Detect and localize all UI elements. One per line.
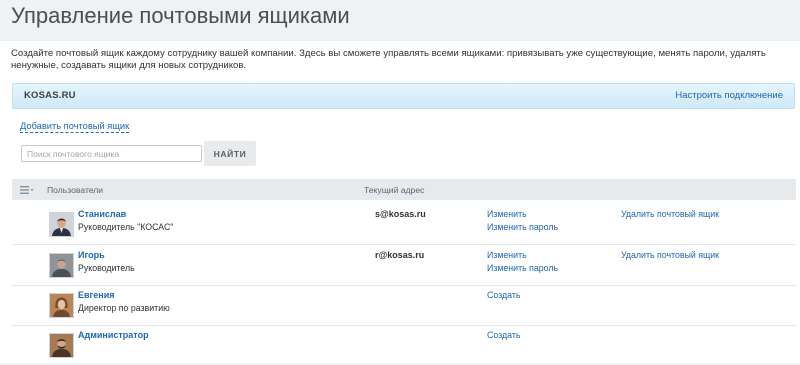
table-row: Администратор Создать bbox=[12, 325, 796, 365]
column-menu-icon[interactable] bbox=[20, 185, 34, 195]
domain-bar: KOSAS.RU Настроить подключение bbox=[12, 83, 795, 109]
edit-link[interactable]: Изменить bbox=[487, 250, 527, 260]
create-link[interactable]: Создать bbox=[487, 290, 520, 300]
user-position: Директор по развитию bbox=[78, 303, 170, 313]
address-column-header: Текущий адрес bbox=[364, 185, 425, 195]
change-password-link[interactable]: Изменить пароль bbox=[487, 263, 558, 273]
find-button[interactable]: НАЙТИ bbox=[204, 141, 256, 166]
user-name-link[interactable]: Игорь bbox=[78, 250, 105, 260]
user-name-link[interactable]: Станислав bbox=[78, 209, 126, 219]
user-name-link[interactable]: Администратор bbox=[78, 330, 149, 340]
table-row: Игорь Руководитель r@kosas.ru Изменить И… bbox=[12, 245, 796, 286]
delete-mailbox-link[interactable]: Удалить почтовый ящик bbox=[621, 209, 719, 219]
table-row: Станислав Руководитель "КОСАС" s@kosas.r… bbox=[12, 204, 796, 245]
current-email: s@kosas.ru bbox=[375, 209, 426, 219]
avatar bbox=[49, 212, 74, 237]
user-position: Руководитель bbox=[78, 263, 135, 273]
avatar bbox=[49, 333, 74, 358]
create-link[interactable]: Создать bbox=[487, 330, 520, 340]
domain-name: KOSAS.RU bbox=[24, 90, 76, 101]
avatar bbox=[49, 253, 74, 278]
users-column-header: Пользователи bbox=[47, 185, 104, 195]
woman-photo-icon bbox=[50, 294, 73, 317]
man-dark-photo-icon bbox=[50, 254, 73, 277]
edit-link[interactable]: Изменить bbox=[487, 209, 527, 219]
delete-mailbox-link[interactable]: Удалить почтовый ящик bbox=[621, 250, 719, 260]
page-title: Управление почтовыми ящиками bbox=[11, 3, 350, 28]
avatar bbox=[49, 293, 74, 318]
current-email: r@kosas.ru bbox=[375, 250, 425, 260]
table-row: Евгения Директор по развитию Создать bbox=[12, 285, 796, 326]
man-beard-photo-icon bbox=[50, 334, 73, 357]
table-header: Пользователи Текущий адрес bbox=[12, 179, 796, 200]
add-mailbox-link[interactable]: Добавить почтовый ящик bbox=[20, 121, 130, 133]
configure-connection-link[interactable]: Настроить подключение bbox=[675, 90, 783, 101]
man-suit-photo-icon bbox=[50, 213, 73, 236]
user-name-link[interactable]: Евгения bbox=[78, 290, 115, 300]
change-password-link[interactable]: Изменить пароль bbox=[487, 222, 558, 232]
user-position: Руководитель "КОСАС" bbox=[78, 222, 174, 232]
intro-text: Создайте почтовый ящик каждому сотрудник… bbox=[11, 48, 766, 71]
search-input[interactable] bbox=[21, 145, 202, 162]
